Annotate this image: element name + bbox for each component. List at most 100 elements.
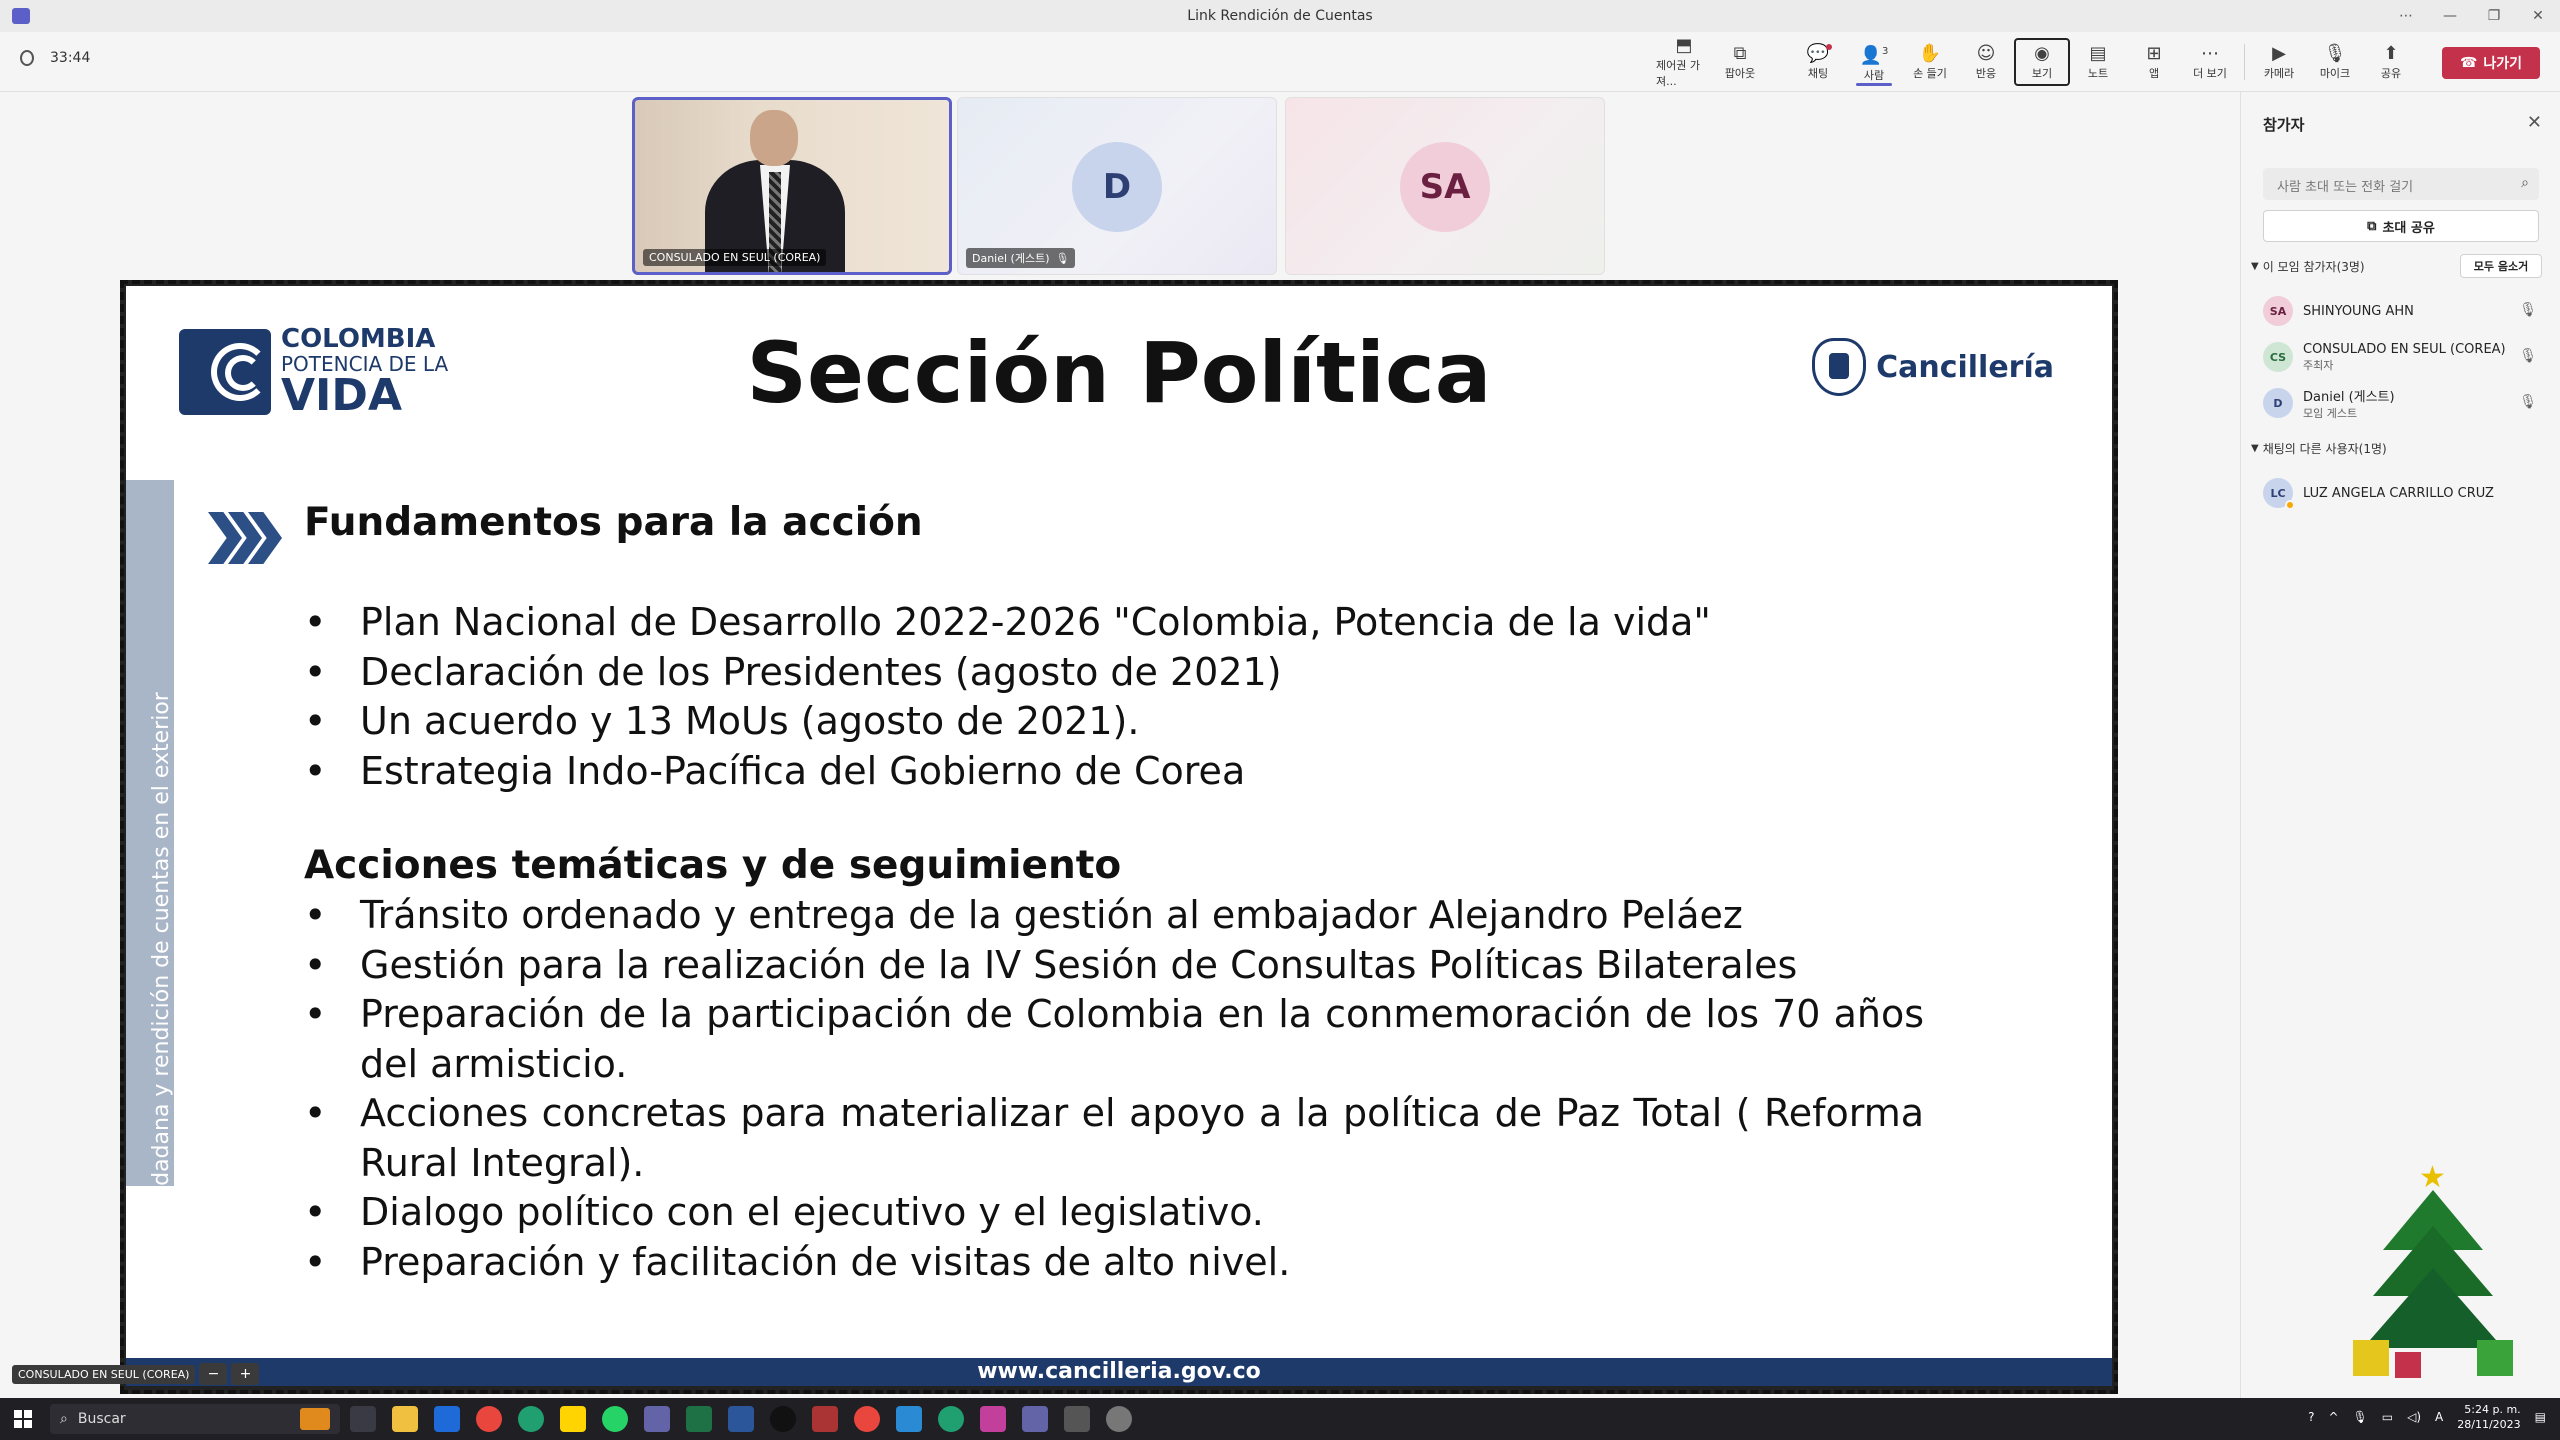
notes-icon: ▤: [2089, 43, 2107, 64]
list-item: Gestión para la realización de la IV Ses…: [304, 941, 1924, 991]
camera-button[interactable]: ▶ 카메라: [2251, 38, 2307, 86]
leave-label: 나가기: [2483, 56, 2523, 72]
more-options-icon[interactable]: ⋯: [2384, 0, 2428, 32]
edge-icon[interactable]: [518, 1406, 544, 1432]
zoom-in-button[interactable]: +: [231, 1363, 260, 1385]
file-explorer-icon[interactable]: [392, 1406, 418, 1432]
chrome-profile-icon[interactable]: [854, 1406, 880, 1432]
participant-info: Daniel (게스트) 모임 게스트: [2303, 386, 2395, 421]
share-invite-button[interactable]: ⧉ 초대 공유: [2263, 210, 2539, 242]
people-glyph: 👤: [1859, 45, 1883, 66]
participant-row[interactable]: SA SHINYOUNG AHN 🎙: [2263, 292, 2543, 330]
excel-icon[interactable]: [686, 1406, 712, 1432]
avatar: D: [1072, 142, 1162, 232]
notifications-icon[interactable]: ▤: [2535, 1410, 2546, 1424]
raise-hand-button[interactable]: ✋ 손 들기: [1902, 38, 1958, 86]
raise-hand-label: 손 들기: [1913, 67, 1947, 80]
participant-role: 모임 게스트: [2303, 406, 2358, 420]
more-label: 더 보기: [2193, 67, 2227, 80]
kakaotalk-icon[interactable]: [560, 1406, 586, 1432]
section-others-in-chat[interactable]: ▼ 채팅의 다른 사용자(1명): [2251, 440, 2387, 457]
invite-search-input[interactable]: 사람 초대 또는 전화 걸기 ⌕: [2263, 168, 2539, 200]
view-icon: ◉: [2034, 43, 2050, 64]
close-window-button[interactable]: ✕: [2516, 0, 2560, 32]
clock[interactable]: 5:24 p. m. 28/11/2023: [2457, 1402, 2520, 1432]
settings-icon[interactable]: [1106, 1406, 1132, 1432]
chrome-icon[interactable]: [476, 1406, 502, 1432]
video-tile-consulado[interactable]: CONSULADO EN SEUL (COREA): [632, 97, 952, 275]
apps-icon: ⊞: [2146, 43, 2162, 64]
maximize-button[interactable]: ❐: [2472, 0, 2516, 32]
people-label: 사람: [1863, 69, 1885, 82]
volume-icon[interactable]: ◁): [2407, 1410, 2421, 1424]
popout-icon: ⧉: [1733, 43, 1747, 64]
side-vertical-text: Participación ciudadana y rendición de c…: [149, 692, 199, 1366]
take-control-button[interactable]: ⬒ 제어권 가져...: [1656, 35, 1712, 88]
panel-title: 참가자: [2263, 116, 2305, 134]
participant-info: CONSULADO EN SEUL (COREA) 주최자: [2303, 342, 2506, 373]
notepad-icon[interactable]: [1064, 1406, 1090, 1432]
task-view-icon[interactable]: [350, 1406, 376, 1432]
chevron-up-icon[interactable]: ^: [2328, 1410, 2338, 1424]
minimize-button[interactable]: —: [2428, 0, 2472, 32]
view-button[interactable]: ◉ 보기: [2014, 38, 2070, 86]
avatar: SA: [1400, 142, 1490, 232]
presenter-name: CONSULADO EN SEUL (COREA): [12, 1364, 196, 1384]
teams-icon[interactable]: [644, 1406, 670, 1432]
section-in-meeting[interactable]: ▼ 이 모임 참가자(3명): [2251, 258, 2365, 275]
mic-tray-icon[interactable]: 🎙: [2353, 1410, 2368, 1424]
video-tile-daniel[interactable]: D Daniel (게스트) 🎙: [957, 97, 1277, 275]
input-language-icon[interactable]: A: [2435, 1410, 2443, 1424]
photos-icon[interactable]: [980, 1406, 1006, 1432]
more-button[interactable]: ⋯ 더 보기: [2182, 38, 2238, 86]
tile-name: Daniel (게스트): [972, 252, 1050, 265]
mute-all-button[interactable]: 모두 음소거: [2460, 254, 2542, 278]
participant-info: SHINYOUNG AHN: [2303, 304, 2414, 319]
maps-icon[interactable]: [938, 1406, 964, 1432]
react-button[interactable]: ☺ 반응: [1958, 38, 2014, 86]
app-icon[interactable]: [812, 1406, 838, 1432]
mic-muted-icon: 🎙: [2519, 394, 2537, 410]
taskbar-search-input[interactable]: ⌕ Buscar: [50, 1404, 340, 1434]
title-bar: Link Rendición de Cuentas ⋯ — ❐ ✕: [0, 0, 2560, 32]
whatsapp-icon[interactable]: [602, 1406, 628, 1432]
word-icon[interactable]: [728, 1406, 754, 1432]
mic-label: 마이크: [2319, 67, 2351, 80]
help-icon[interactable]: ?: [2308, 1410, 2314, 1424]
participant-row[interactable]: CS CONSULADO EN SEUL (COREA) 주최자 🎙: [2263, 338, 2543, 376]
share-button[interactable]: ⬆ 공유: [2363, 38, 2419, 86]
take-control-label: 제어권 가져...: [1656, 59, 1700, 88]
popout-button[interactable]: ⧉ 팝아웃: [1712, 38, 1768, 86]
take-control-icon: ⬒: [1675, 35, 1693, 56]
mic-muted-icon: 🎙: [2519, 302, 2537, 318]
outlook-icon[interactable]: [434, 1406, 460, 1432]
people-button[interactable]: 👤3 사람: [1846, 38, 1902, 86]
taskbar-search-placeholder: Buscar: [77, 1411, 126, 1427]
mic-button[interactable]: 🎙 마이크: [2307, 38, 2363, 86]
list-item: Estrategia Indo-Pacífica del Gobierno de…: [304, 747, 1924, 797]
leave-button[interactable]: ☎ 나가기: [2442, 47, 2540, 79]
window-title: Link Rendición de Cuentas: [1187, 8, 1373, 24]
participant-row[interactable]: D Daniel (게스트) 모임 게스트 🎙: [2263, 384, 2543, 422]
gift-icon: [2353, 1340, 2389, 1376]
presentation-slide: COLOMBIA POTENCIA DE LA VIDA Sección Pol…: [126, 286, 2112, 1386]
zoom-out-button[interactable]: −: [199, 1363, 228, 1385]
teams-active-icon[interactable]: [1022, 1406, 1048, 1432]
toolbar-divider: [2244, 44, 2245, 80]
chat-button[interactable]: 💬 채팅: [1790, 38, 1846, 86]
notes-button[interactable]: ▤ 노트: [2070, 38, 2126, 86]
meeting-toolbar: 33:44 ⬒ 제어권 가져... ⧉ 팝아웃 💬 채팅 👤3 사람 ✋ 손 들기 ☺ 반응…: [0, 32, 2560, 92]
windows-start-icon[interactable]: [14, 1410, 32, 1428]
media-player-icon[interactable]: [770, 1406, 796, 1432]
video-tile-shinyoung[interactable]: SA: [1285, 97, 1605, 275]
participant-row[interactable]: LC LUZ ANGELA CARRILLO CRUZ: [2263, 474, 2543, 512]
system-tray: ? ^ 🎙 ▭ ◁) A 5:24 p. m. 28/11/2023 ▤: [2308, 1402, 2546, 1432]
avatar: LC: [2263, 478, 2295, 510]
christmas-tree-decoration: ★: [2353, 1160, 2513, 1380]
apps-button[interactable]: ⊞ 앱: [2126, 38, 2182, 86]
share-link-icon: ⧉: [2367, 218, 2377, 234]
chat-app-icon[interactable]: [896, 1406, 922, 1432]
close-panel-icon[interactable]: ✕: [2527, 112, 2542, 133]
network-icon[interactable]: ▭: [2382, 1410, 2393, 1424]
